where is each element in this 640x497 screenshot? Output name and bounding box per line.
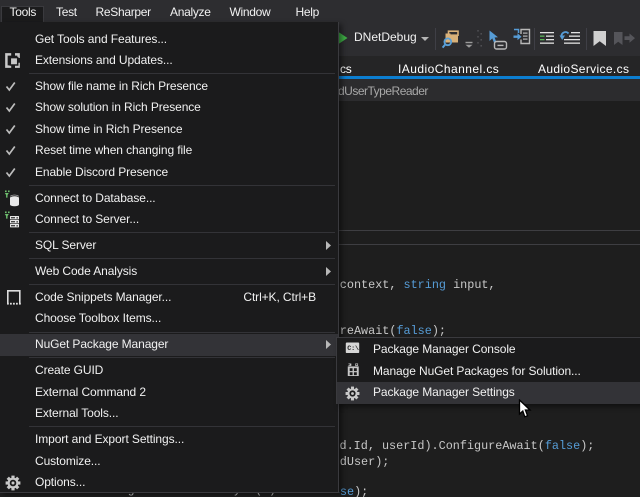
svg-text:C:\: C:\ [347, 345, 359, 353]
